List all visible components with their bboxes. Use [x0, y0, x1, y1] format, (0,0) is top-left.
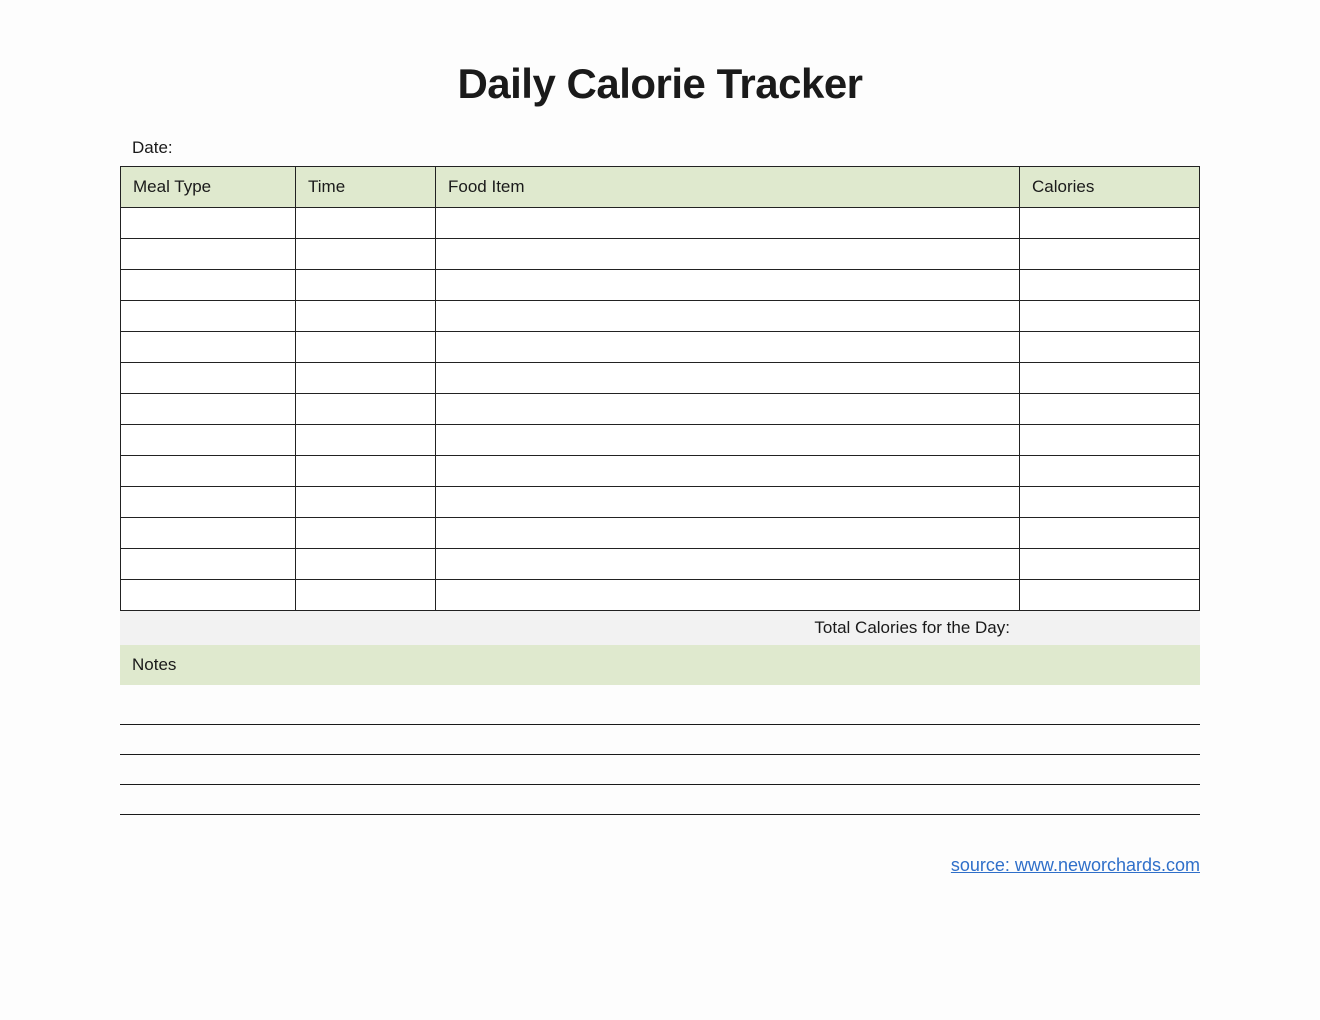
cell-food_item[interactable] [436, 394, 1020, 425]
cell-calories[interactable] [1020, 332, 1200, 363]
cell-meal_type[interactable] [121, 487, 296, 518]
cell-meal_type[interactable] [121, 239, 296, 270]
note-line[interactable] [120, 725, 1200, 755]
cell-time[interactable] [296, 456, 436, 487]
table-row [121, 394, 1200, 425]
cell-food_item[interactable] [436, 549, 1020, 580]
total-row: Total Calories for the Day: [120, 611, 1200, 645]
cell-meal_type[interactable] [121, 456, 296, 487]
cell-calories[interactable] [1020, 208, 1200, 239]
table-row [121, 456, 1200, 487]
cell-time[interactable] [296, 301, 436, 332]
total-label: Total Calories for the Day: [120, 618, 1020, 638]
note-line[interactable] [120, 785, 1200, 815]
total-value[interactable] [1020, 611, 1200, 645]
source-attribution: source: www.neworchards.com [120, 855, 1200, 876]
cell-food_item[interactable] [436, 487, 1020, 518]
header-time: Time [296, 167, 436, 208]
table-row [121, 580, 1200, 611]
cell-food_item[interactable] [436, 456, 1020, 487]
cell-meal_type[interactable] [121, 518, 296, 549]
cell-time[interactable] [296, 332, 436, 363]
cell-time[interactable] [296, 425, 436, 456]
note-line[interactable] [120, 695, 1200, 725]
cell-time[interactable] [296, 270, 436, 301]
cell-calories[interactable] [1020, 518, 1200, 549]
cell-meal_type[interactable] [121, 363, 296, 394]
notes-lines-container [120, 695, 1200, 815]
table-row [121, 270, 1200, 301]
table-row [121, 332, 1200, 363]
table-row [121, 518, 1200, 549]
cell-food_item[interactable] [436, 270, 1020, 301]
date-label: Date: [132, 138, 173, 157]
cell-food_item[interactable] [436, 425, 1020, 456]
table-row [121, 301, 1200, 332]
cell-time[interactable] [296, 394, 436, 425]
cell-meal_type[interactable] [121, 425, 296, 456]
note-line[interactable] [120, 755, 1200, 785]
cell-time[interactable] [296, 549, 436, 580]
cell-time[interactable] [296, 363, 436, 394]
cell-calories[interactable] [1020, 580, 1200, 611]
header-calories: Calories [1020, 167, 1200, 208]
cell-time[interactable] [296, 239, 436, 270]
header-meal-type: Meal Type [121, 167, 296, 208]
cell-time[interactable] [296, 518, 436, 549]
table-row [121, 208, 1200, 239]
notes-header: Notes [120, 645, 1200, 685]
header-food-item: Food Item [436, 167, 1020, 208]
cell-meal_type[interactable] [121, 580, 296, 611]
table-row [121, 487, 1200, 518]
cell-calories[interactable] [1020, 425, 1200, 456]
cell-food_item[interactable] [436, 208, 1020, 239]
table-row [121, 239, 1200, 270]
cell-meal_type[interactable] [121, 270, 296, 301]
cell-food_item[interactable] [436, 239, 1020, 270]
cell-meal_type[interactable] [121, 332, 296, 363]
cell-meal_type[interactable] [121, 394, 296, 425]
cell-calories[interactable] [1020, 239, 1200, 270]
page-title: Daily Calorie Tracker [120, 60, 1200, 108]
cell-time[interactable] [296, 580, 436, 611]
cell-time[interactable] [296, 487, 436, 518]
table-header-row: Meal Type Time Food Item Calories [121, 167, 1200, 208]
cell-food_item[interactable] [436, 518, 1020, 549]
cell-calories[interactable] [1020, 549, 1200, 580]
cell-food_item[interactable] [436, 363, 1020, 394]
cell-food_item[interactable] [436, 301, 1020, 332]
cell-calories[interactable] [1020, 301, 1200, 332]
cell-time[interactable] [296, 208, 436, 239]
table-row [121, 549, 1200, 580]
date-label-row: Date: [120, 138, 1200, 158]
cell-meal_type[interactable] [121, 549, 296, 580]
cell-calories[interactable] [1020, 270, 1200, 301]
calorie-table: Meal Type Time Food Item Calories [120, 166, 1200, 611]
cell-food_item[interactable] [436, 332, 1020, 363]
table-row [121, 363, 1200, 394]
source-link[interactable]: source: www.neworchards.com [951, 855, 1200, 875]
cell-calories[interactable] [1020, 487, 1200, 518]
cell-calories[interactable] [1020, 394, 1200, 425]
cell-food_item[interactable] [436, 580, 1020, 611]
table-row [121, 425, 1200, 456]
cell-meal_type[interactable] [121, 301, 296, 332]
cell-meal_type[interactable] [121, 208, 296, 239]
cell-calories[interactable] [1020, 363, 1200, 394]
cell-calories[interactable] [1020, 456, 1200, 487]
